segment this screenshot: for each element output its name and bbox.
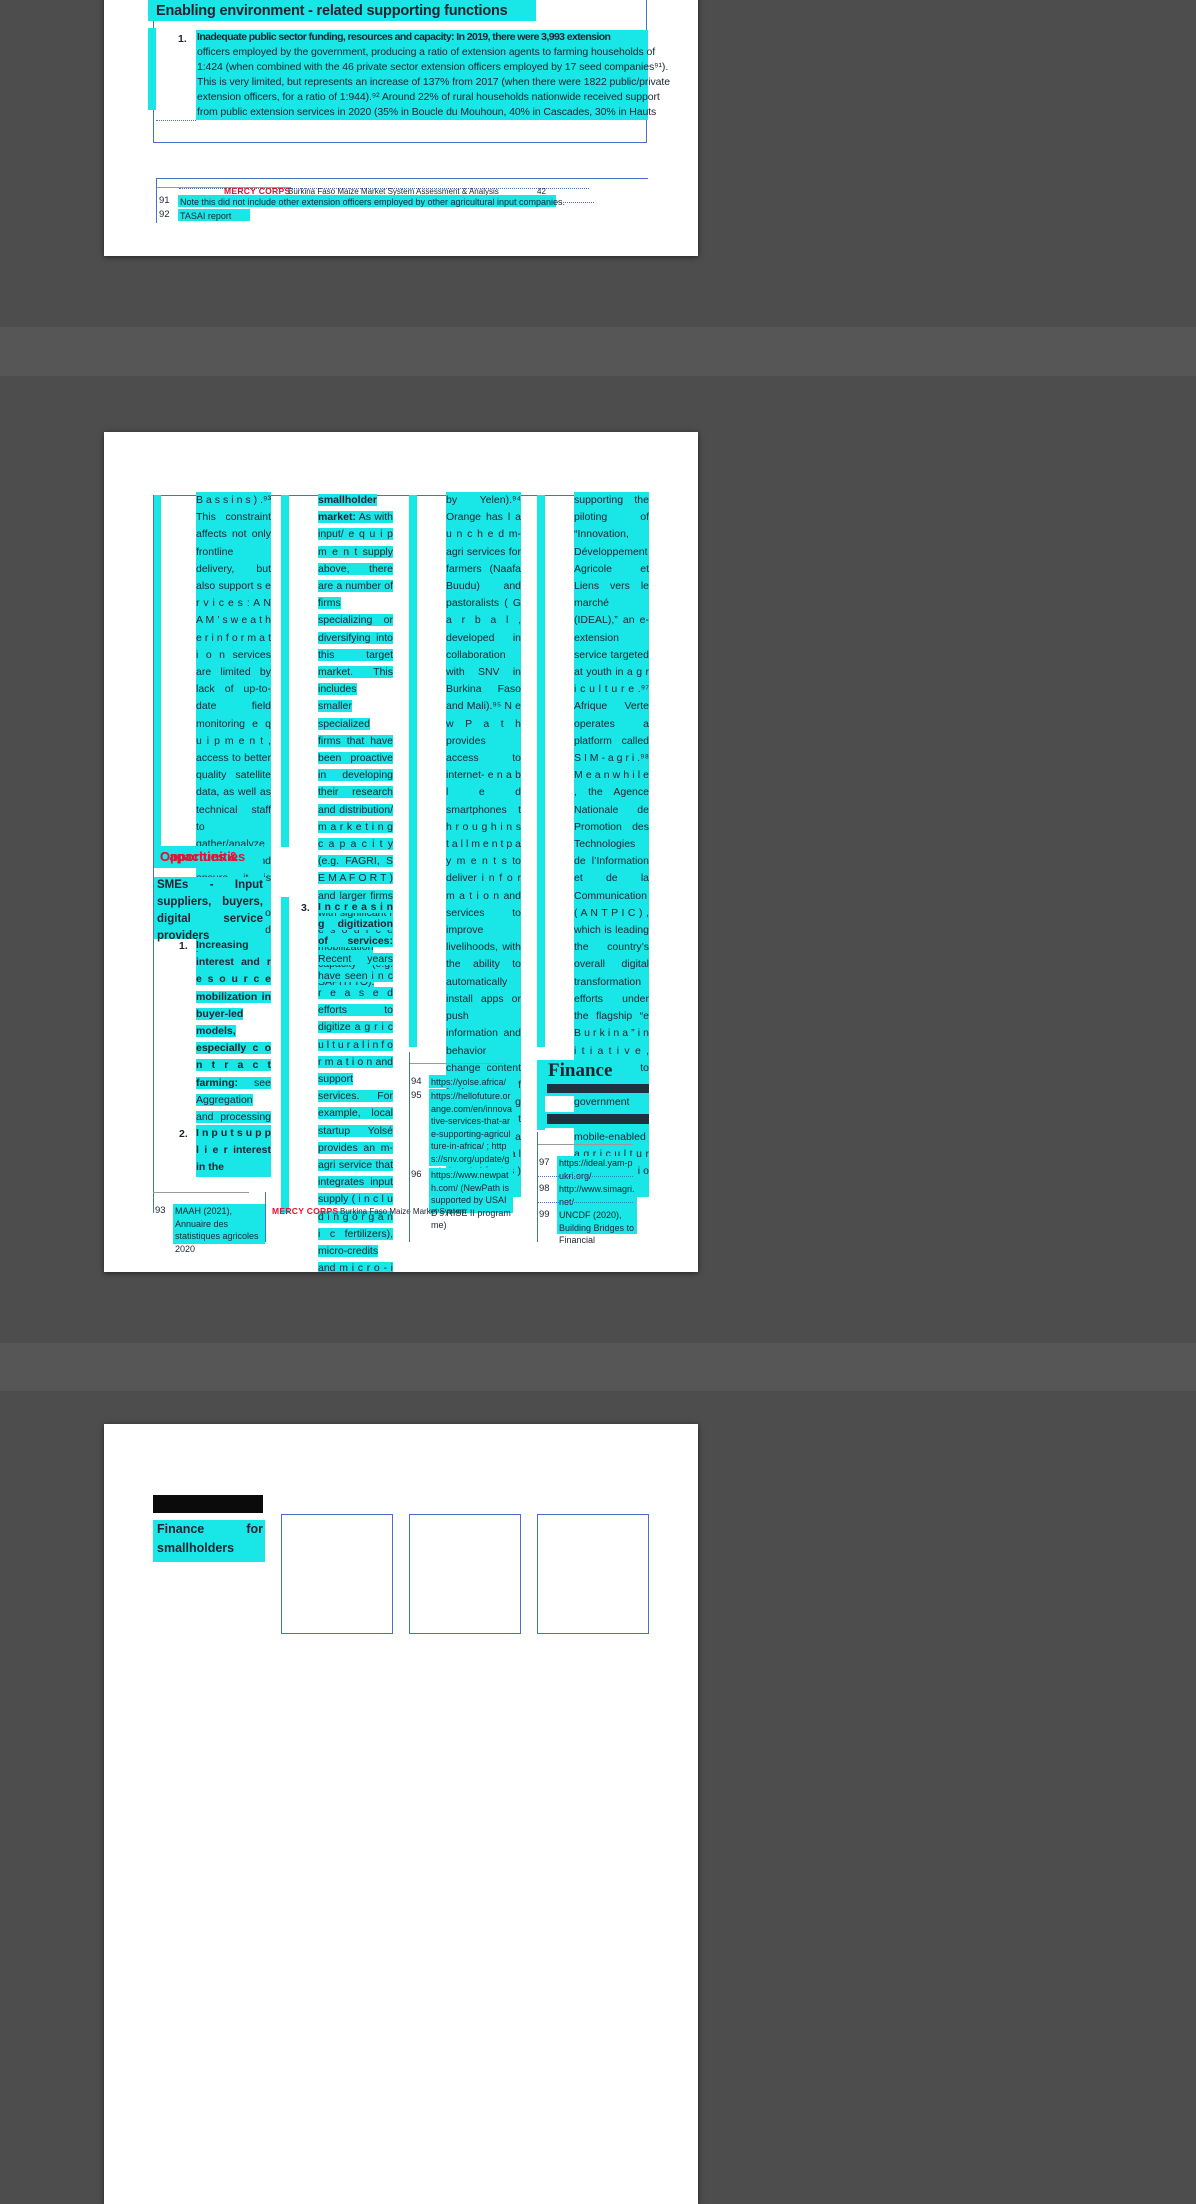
footnote-number: 91: [159, 195, 170, 206]
footer-title: Burkina Faso Maize Market System: [340, 1207, 467, 1216]
page-separator-band-1: [0, 327, 1196, 376]
tag-dotted-connector: [556, 202, 594, 203]
finance-heading: Finance: [548, 1060, 613, 1081]
list-item-line: This is very limited, but represents an …: [197, 76, 670, 88]
col1-item1-lead: Increasing interest and r e s o u r c e …: [196, 939, 271, 1089]
footnote-text: https://www.newpath.com/ (NewPath is sup…: [431, 1170, 511, 1230]
empty-column-frame: [409, 1514, 521, 1634]
footnote-separator-col3: [409, 1063, 505, 1064]
artifact-smeared-text-2: [547, 1114, 649, 1124]
footnote-text: UNCDF (2020), Building Bridges to Financ…: [559, 1210, 635, 1245]
tag-outline-footer-left: [265, 1192, 266, 1242]
tag-dotted-connector: [537, 1176, 633, 1177]
empty-column-frame: [281, 1514, 393, 1634]
tag-bar-heading: [148, 0, 156, 21]
footnote-number: 96: [411, 1169, 422, 1180]
column-1-item-1: Increasing interest and r e s o u r c e …: [196, 937, 271, 1143]
col2-list-item-number: 3.: [301, 902, 310, 914]
footnote-number: 93: [155, 1205, 166, 1216]
footnote-number: 97: [539, 1157, 550, 1168]
document-page-2[interactable]: B a s s i n s ) .⁹³ This constraint affe…: [104, 432, 698, 1272]
pdf-viewer[interactable]: are focused on their core markets of ser…: [0, 0, 1196, 2204]
tag-bar-col2: [281, 495, 289, 847]
tag-bar-col1: [153, 495, 161, 847]
tag-dotted-connector: [156, 120, 196, 121]
col1-list-item-number: 1.: [179, 940, 188, 952]
footnote-separator-col4: [537, 1144, 633, 1145]
footnote-number: 94: [411, 1076, 422, 1087]
footnote-separator-col1: [153, 1192, 249, 1193]
col2-item3-heading: I n c r e a s i n g digitization of serv…: [318, 901, 393, 948]
tag-bar-list-item: [148, 28, 156, 110]
footnote-text: TASAI report: [180, 211, 232, 221]
tag-dotted-connector: [537, 1202, 633, 1203]
footer-rule: [156, 178, 648, 179]
footnote-text: MAAH (2021), Annuaire des statistiques a…: [175, 1206, 259, 1254]
tag-bar-col3: [409, 495, 417, 1047]
footnote-number: 99: [539, 1209, 550, 1220]
list-item-number: 1.: [178, 33, 187, 45]
tag-outline-col3-left: [409, 1052, 410, 1242]
page3-heading: Finance for smallholders: [157, 1522, 263, 1555]
artifact-text-opportunities: Opportunities: [160, 849, 246, 864]
footnote-number: 98: [539, 1183, 550, 1194]
footnote-text: http://www.simagri.net/: [559, 1184, 635, 1207]
footnote-text: Note this did not include other extensio…: [180, 197, 566, 207]
list-item-line: 1:424 (when combined with the 46 private…: [197, 61, 669, 73]
artifact-smeared-text-1: [547, 1084, 649, 1093]
col1-list-item-number: 2.: [179, 1128, 188, 1140]
empty-column-frame: [537, 1514, 649, 1634]
footnote-text: https://ideal.yam-pukri.org/: [559, 1158, 633, 1181]
tag-outline-footnote-left: [156, 178, 157, 223]
page-separator-band-2: [0, 1343, 1196, 1391]
column-1-item-2: I n p u t s u p p l i e r interest in th…: [196, 1125, 271, 1177]
tag-bar-finance: [537, 1060, 545, 1130]
document-page-3[interactable]: Finance for smallholders: [104, 1424, 698, 2204]
footnote-number: 95: [411, 1090, 422, 1101]
list-item-line: from public extension services in 2020 (…: [197, 106, 657, 118]
footnote-text: https://yolse.africa/: [431, 1077, 507, 1087]
tag-outline-col1-left: [153, 495, 154, 1213]
tag-bar-col2-item3: [281, 897, 289, 1213]
footer-brand: MERCY CORPS: [272, 1206, 339, 1216]
list-item-line: extension officers, for a ratio of 1:944…: [197, 91, 660, 103]
column-1-subheading: SMEs - Input suppliers, buyers, digital …: [157, 879, 263, 942]
tag-bar-col4: [537, 495, 545, 1047]
list-item-line: Inadequate public sector funding, resour…: [197, 31, 611, 43]
section-heading: Enabling environment - related supportin…: [156, 3, 508, 19]
document-page-1[interactable]: are focused on their core markets of ser…: [104, 0, 698, 256]
artifact-black-bar: [153, 1495, 263, 1513]
tag-outline-col4-left: [537, 1132, 538, 1242]
column-2-item-3: I n c r e a s i n g digitization of serv…: [318, 899, 393, 1272]
col2-item3-body: Recent years have seen i n c r e a s e d…: [318, 952, 393, 1272]
list-item-line: officers employed by the government, pro…: [197, 46, 656, 58]
footnote-number: 92: [159, 209, 170, 220]
